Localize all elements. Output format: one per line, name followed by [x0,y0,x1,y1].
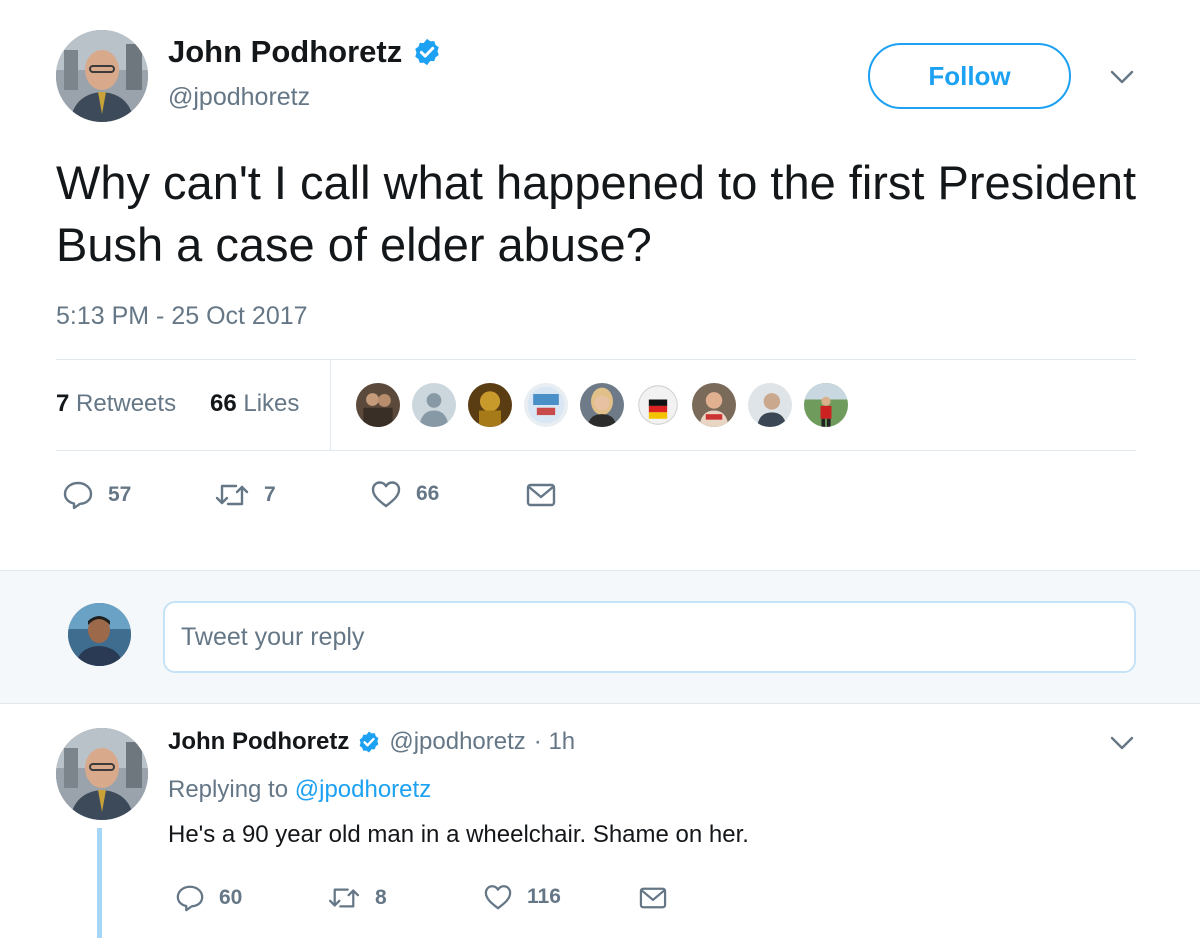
reply-author-avatar[interactable] [56,728,148,820]
retweet-icon [327,885,361,911]
heart-icon [370,479,402,509]
liker-avatar[interactable] [578,381,626,429]
likes-stat[interactable]: 66 Likes [210,390,299,418]
like-count: 66 [416,482,440,505]
retweet-action[interactable]: 8 [327,885,387,911]
envelope-icon [525,481,557,509]
replying-prefix: Replying to [168,776,289,803]
retweets-label: Retweets [76,390,177,417]
verified-badge-icon [357,730,381,754]
liker-avatar[interactable] [802,381,850,429]
liker-avatar[interactable] [522,381,570,429]
reply-input[interactable] [163,601,1136,673]
thread-line [97,828,102,938]
liker-avatar[interactable] [690,381,738,429]
reply-icon [62,479,94,511]
reply-icon [175,883,205,913]
reply-author-row: John Podhoretz @jpodhoretz · 1h [168,728,575,756]
replying-to-link[interactable]: @jpodhoretz [295,776,431,803]
chevron-down-icon[interactable] [1110,735,1134,751]
chevron-down-icon[interactable] [1110,69,1134,85]
tweet-text: Why can't I call what happened to the fi… [56,156,1137,271]
liker-avatar[interactable] [410,381,458,429]
likes-label: Likes [243,390,300,417]
message-action[interactable] [638,885,668,911]
author-avatar[interactable] [56,30,148,122]
author-name[interactable]: John Podhoretz [168,34,402,70]
author-name-row[interactable]: John Podhoretz [168,34,442,70]
liker-avatar[interactable] [354,381,402,429]
replying-to: Replying to @jpodhoretz [168,776,431,804]
liker-avatar[interactable] [466,381,514,429]
divider [56,359,1136,360]
reply-count: 60 [219,886,243,909]
current-user-avatar[interactable] [68,603,131,666]
author-handle[interactable]: @jpodhoretz [168,83,310,112]
retweet-count: 7 [264,483,276,506]
message-action[interactable] [525,481,557,509]
stats-divider [330,360,331,450]
reply-action[interactable]: 57 [62,479,131,511]
envelope-icon [638,885,668,911]
reply-action[interactable]: 60 [175,883,242,913]
retweet-icon [214,481,250,509]
liker-avatar[interactable] [634,381,682,429]
heart-icon [483,883,513,911]
reply-count: 57 [108,483,132,506]
retweet-action[interactable]: 7 [214,481,276,509]
reply-author-handle[interactable]: @jpodhoretz [389,728,525,756]
like-action[interactable]: 116 [483,883,561,911]
retweets-count: 7 [56,390,70,417]
likes-count: 66 [210,390,237,417]
reply-text: He's a 90 year old man in a wheelchair. … [168,821,749,848]
tweet-timestamp[interactable]: 5:13 PM - 25 Oct 2017 [56,302,308,331]
like-count: 116 [527,885,561,908]
reply-author-name[interactable]: John Podhoretz [168,728,349,756]
reply-time[interactable]: · 1h [534,728,575,756]
liker-avatar[interactable] [746,381,794,429]
follow-button[interactable]: Follow [868,43,1071,109]
divider [56,450,1136,451]
like-action[interactable]: 66 [370,479,439,509]
verified-badge-icon [412,37,442,67]
retweets-stat[interactable]: 7 Retweets [56,390,176,418]
retweet-count: 8 [375,886,387,909]
